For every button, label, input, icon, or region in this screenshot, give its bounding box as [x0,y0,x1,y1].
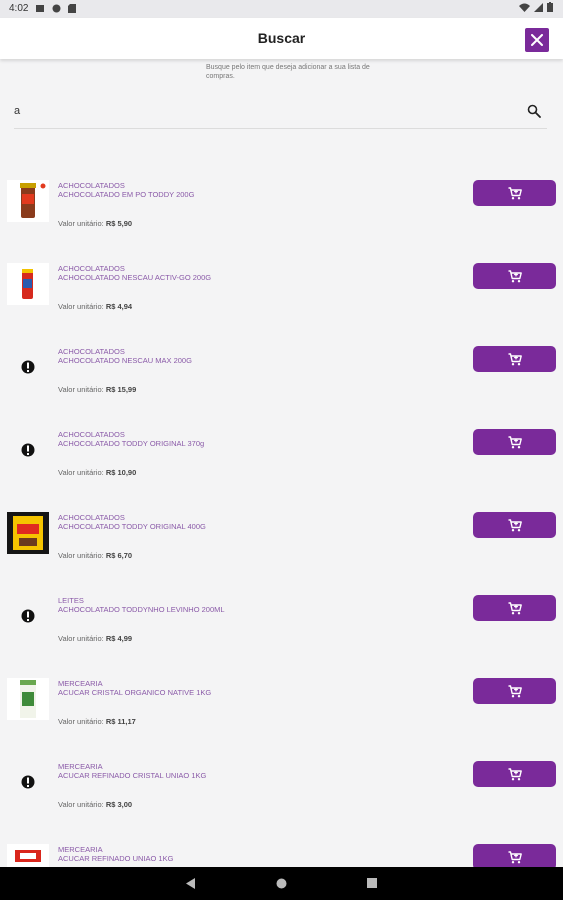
list-item: ACHOCOLATADOS ACHOCOLATADO NESCAU ACTIV-G… [0,236,563,319]
add-to-cart-button[interactable] [473,263,556,289]
add-to-cart-icon [508,601,522,614]
add-to-cart-icon [508,352,522,365]
unit-price: Valor unitário: R$ 5,90 [58,219,132,228]
list-item: LEITES ACHOCOLATADO TODDYNHO LEVINHO 200M… [0,568,563,651]
list-item: MERCEARIA ACUCAR REFINADO CRISTAL UNIAO 1… [0,734,563,817]
app-icon [52,4,61,13]
close-icon [531,34,543,46]
unit-price-value: R$ 5,90 [105,219,133,228]
unit-price-value: R$ 15,99 [105,385,137,394]
alert-circle-icon [7,346,49,388]
unit-price: Valor unitário: R$ 10,90 [58,468,136,477]
search-field[interactable]: a [14,98,547,129]
product-name: ACHOCOLATADO NESCAU ACTIV-GO 200G [58,273,212,282]
product-category: ACHOCOLATADOS [58,430,125,439]
unit-price-label: Valor unitário: [58,551,104,560]
unit-price-label: Valor unitário: [58,634,104,643]
unit-price: Valor unitário: R$ 11,17 [58,717,136,726]
wifi-icon [519,3,530,12]
search-input[interactable]: a [14,105,20,117]
product-category: MERCEARIA [58,679,103,688]
list-item: ACHOCOLATADOS ACHOCOLATADO TODDY ORIGINAL… [0,485,563,568]
page-title: Buscar [257,30,306,46]
product-name: ACHOCOLATADO EM PO TODDY 200G [58,190,195,199]
product-name: ACHOCOLATADO TODDY ORIGINAL 370g [58,439,205,448]
product-category: ACHOCOLATADOS [58,513,125,522]
add-to-cart-button[interactable] [473,678,556,704]
search-hint: Busque pelo item que deseja adicionar a … [206,64,370,80]
alert-circle-icon [7,595,49,637]
unit-price-label: Valor unitário: [58,219,104,228]
unit-price-label: Valor unitário: [58,468,104,477]
battery-icon [547,2,553,12]
product-list: ACHOCOLATADOS ACHOCOLATADO EM PO TODDY 20… [0,153,563,900]
product-category: ACHOCOLATADOS [58,264,125,273]
signal-icon [534,2,543,12]
list-item: MERCEARIA ACUCAR CRISTAL ORGANICO NATIVE … [0,651,563,734]
list-item: ACHOCOLATADOS ACHOCOLATADO EM PO TODDY 20… [0,153,563,236]
add-to-cart-button[interactable] [473,512,556,538]
unit-price: Valor unitário: R$ 15,99 [58,385,136,394]
add-to-cart-icon [508,435,522,448]
search-icon[interactable] [527,104,541,123]
unit-price-value: R$ 4,99 [105,634,133,643]
add-to-cart-button[interactable] [473,180,556,206]
status-time: 4:02 [9,3,29,14]
unit-price: Valor unitário: R$ 4,94 [58,302,132,311]
unit-price-value: R$ 11,17 [105,717,136,726]
unit-price-label: Valor unitário: [58,800,104,809]
product-name: ACUCAR REFINADO UNIAO 1KG [58,854,174,863]
product-name: ACUCAR REFINADO CRISTAL UNIAO 1KG [58,771,207,780]
list-item: ACHOCOLATADOS ACHOCOLATADO TODDY ORIGINAL… [0,402,563,485]
status-indicators [519,2,553,12]
product-category: MERCEARIA [58,845,103,854]
unit-price-value: R$ 10,90 [105,468,137,477]
add-to-cart-icon [508,767,522,780]
unit-price: Valor unitário: R$ 3,00 [58,800,132,809]
add-to-cart-button[interactable] [473,429,556,455]
product-name: ACHOCOLATADO NESCAU MAX 200G [58,356,192,365]
unit-price-label: Valor unitário: [58,302,104,311]
unit-price-label: Valor unitário: [58,717,104,726]
back-icon[interactable] [186,878,196,889]
unit-price: Valor unitário: R$ 4,99 [58,634,132,643]
product-image [7,180,49,222]
add-to-cart-button[interactable] [473,346,556,372]
product-name: ACHOCOLATADO TODDYNHO LEVINHO 200ML [58,605,225,614]
add-to-cart-icon [508,186,522,199]
product-image [7,512,49,554]
app-header: Buscar [0,18,563,59]
product-name: ACHOCOLATADO TODDY ORIGINAL 400G [58,522,206,531]
sd-card-icon [68,4,76,13]
notification-icon [36,4,44,13]
product-image [7,263,49,305]
add-to-cart-button[interactable] [473,761,556,787]
unit-price: Valor unitário: R$ 6,70 [58,551,132,560]
unit-price-value: R$ 4,94 [105,302,133,311]
add-to-cart-icon [508,518,522,531]
product-category: LEITES [58,596,84,605]
product-category: MERCEARIA [58,762,103,771]
add-to-cart-button[interactable] [473,595,556,621]
add-to-cart-icon [508,684,522,697]
unit-price-value: R$ 3,00 [105,800,133,809]
alert-circle-icon [7,429,49,471]
status-bar: 4:02 [0,0,563,18]
system-nav-bar [0,867,563,900]
close-button[interactable] [525,28,549,52]
add-to-cart-icon [508,269,522,282]
unit-price-label: Valor unitário: [58,385,104,394]
list-item: ACHOCOLATADOS ACHOCOLATADO NESCAU MAX 200… [0,319,563,402]
product-name: ACUCAR CRISTAL ORGANICO NATIVE 1KG [58,688,212,697]
product-category: ACHOCOLATADOS [58,181,125,190]
product-image [7,678,49,720]
recents-icon[interactable] [367,878,377,888]
add-to-cart-icon [508,850,522,863]
product-category: ACHOCOLATADOS [58,347,125,356]
alert-circle-icon [7,761,49,803]
unit-price-value: R$ 6,70 [105,551,133,560]
home-icon[interactable] [276,878,287,889]
